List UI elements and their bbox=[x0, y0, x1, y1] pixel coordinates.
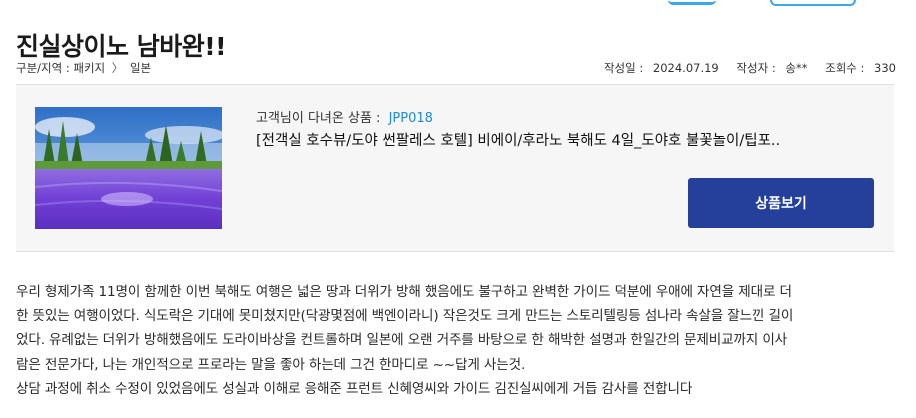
product-code-line: 고객님이 다녀온 상품 : JPP018 bbox=[256, 107, 433, 126]
view-product-button[interactable]: 상품보기 bbox=[688, 178, 874, 228]
product-code[interactable]: JPP018 bbox=[389, 111, 433, 126]
review-body-line: 한 뜻있는 여행이었다. 식도락은 기대에 못미쳤지만(닥광몇점에 백엔이라니)… bbox=[16, 308, 794, 325]
breadcrumb-region[interactable]: 일본 bbox=[130, 61, 151, 75]
chevron-right-icon: 〉 bbox=[111, 61, 124, 75]
meta-row: 구분/지역 : 패키지 〉 일본 작성일 : 2024.07.19 작성자 : … bbox=[16, 60, 896, 76]
top-decoration-left bbox=[668, 0, 716, 5]
views-value: 330 bbox=[874, 61, 896, 75]
author-label: 작성자 : bbox=[736, 61, 776, 75]
review-body: 우리 형제가족 11명이 함께한 이번 북해도 여행은 넓은 땅과 더위가 방해… bbox=[16, 280, 896, 401]
review-body-line: 상담 과정에 취소 수정이 있었음에도 성실과 이해로 응해준 프런트 신혜영씨… bbox=[16, 380, 693, 397]
top-decoration-right bbox=[770, 0, 856, 6]
product-name[interactable]: [전객실 호수뷰/도야 썬팔레스 호텔] 비에이/후라노 북해도 4일_도야호 … bbox=[256, 129, 856, 150]
review-body-line: 람은 전문가다, 나는 개인적으로 프로라는 말을 좋아 하는데 그건 한마디로… bbox=[16, 356, 526, 373]
breadcrumb-category[interactable]: 패키지 bbox=[73, 61, 105, 75]
review-body-line: 었다. 유례없는 더위가 방해했음에도 도라이바상을 컨트롤하며 일본에 오랜 … bbox=[16, 332, 788, 349]
lavender-field-image bbox=[35, 107, 222, 229]
review-body-line: 우리 형제가족 11명이 함께한 이번 북해도 여행은 넓은 땅과 더위가 방해… bbox=[16, 284, 792, 300]
date-value: 2024.07.19 bbox=[652, 61, 719, 75]
date-label: 작성일 : bbox=[603, 61, 644, 75]
breadcrumb-label: 구분/지역 : bbox=[16, 61, 70, 75]
product-code-label: 고객님이 다녀온 상품 : bbox=[256, 111, 381, 126]
views-label: 조회수 : bbox=[825, 61, 865, 75]
review-title: 진실상이노 남바완!! bbox=[16, 31, 227, 61]
post-info: 작성일 : 2024.07.19 작성자 : 송** 조회수 : 330 bbox=[598, 60, 896, 76]
product-thumbnail[interactable] bbox=[35, 107, 222, 229]
breadcrumb: 구분/지역 : 패키지 〉 일본 bbox=[16, 60, 151, 76]
product-card: 고객님이 다녀온 상품 : JPP018 [전객실 호수뷰/도야 썬팔레스 호텔… bbox=[16, 84, 894, 252]
author-value: 송** bbox=[785, 61, 808, 75]
